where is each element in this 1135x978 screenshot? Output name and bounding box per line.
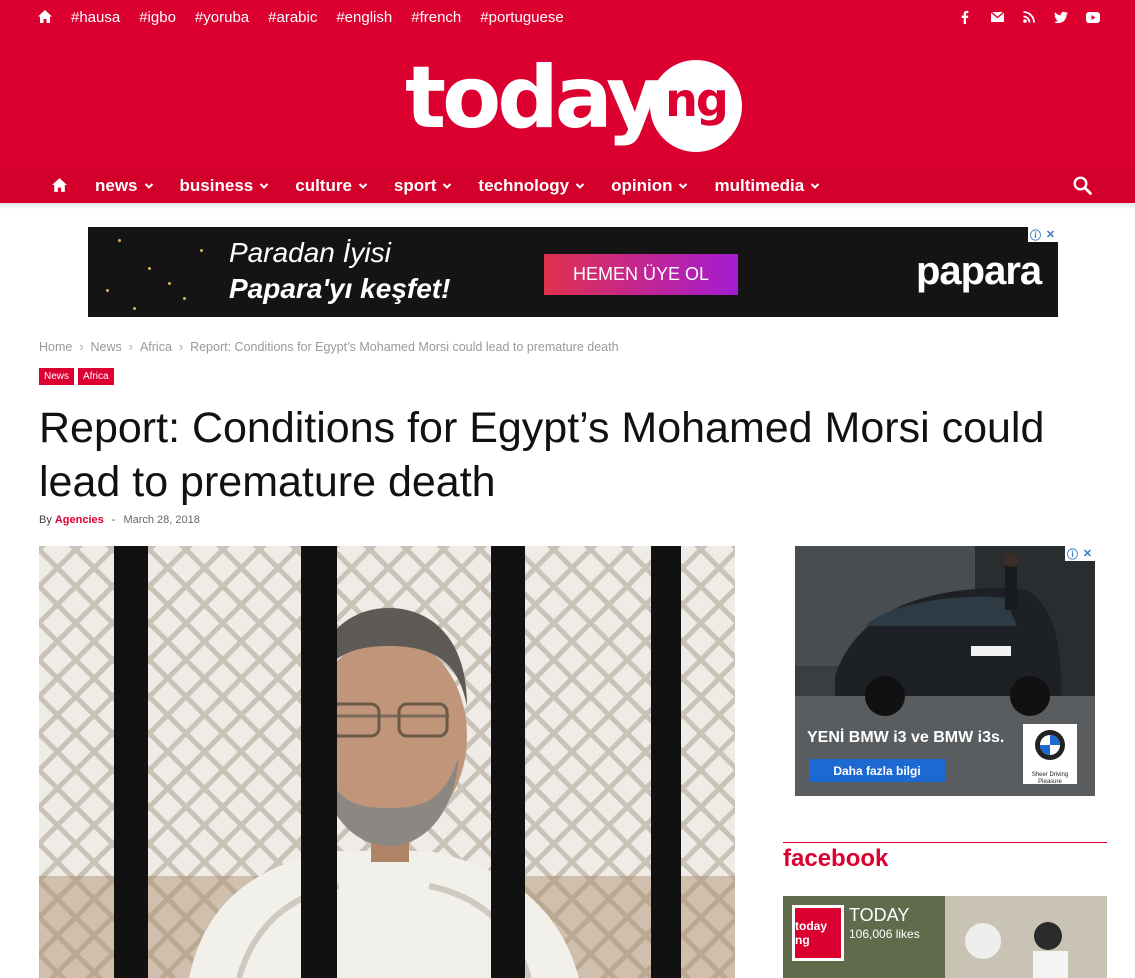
chevron-down-icon [811,182,820,189]
rss-icon[interactable] [1022,9,1036,25]
tag-link[interactable]: #yoruba [195,9,249,27]
nav-item-label: business [179,175,254,195]
category-tag-news[interactable]: News [39,368,75,385]
breadcrumb-news[interactable]: News [91,340,122,354]
featured-image [39,546,735,978]
twitter-icon[interactable] [1054,9,1068,25]
tag-link[interactable]: #igbo [139,9,176,27]
facebook-widget-title: facebook [783,845,889,872]
ad-sparkle [200,249,203,252]
bmw-roundel-icon [1035,730,1065,760]
close-icon[interactable]: ✕ [1080,546,1095,561]
facebook-page-logo-text: today ng [795,908,841,958]
tag-link[interactable]: #english [336,9,392,27]
breadcrumb-africa[interactable]: Africa [140,340,172,354]
breadcrumb-separator: › [178,340,184,354]
facebook-page-logo: today ng [792,905,844,961]
nav-item-label: culture [295,175,352,195]
article-title: Report: Conditions for Egypt’s Mohamed M… [39,404,1045,506]
ad-sparkle [168,282,171,285]
nav-item-technology[interactable]: technology [478,168,585,203]
mail-icon[interactable] [990,9,1004,25]
meta-separator: - [111,514,116,526]
nav-item-multimedia[interactable]: multimedia [714,168,820,203]
publish-date: March 28, 2018 [123,514,200,526]
ad-sparkle [183,297,186,300]
ad-line-1: Paradan İyisi [229,237,391,268]
header-shadow [0,203,1135,209]
nav-item-label: news [95,175,138,195]
language-tags: #hausa #igbo #yoruba #arabic #english #f… [71,9,564,27]
facebook-icon[interactable] [958,9,972,25]
nav-item-label: sport [393,175,437,195]
nav-item-news[interactable]: news [95,168,154,203]
facebook-widget-rule [783,842,1107,843]
chevron-down-icon [443,182,452,189]
home-icon[interactable] [37,9,53,25]
category-tags: News Africa [39,368,114,385]
ad-sparkle [118,239,121,242]
featured-photo-illustration [39,546,735,978]
nav-item-sport[interactable]: sport [394,168,453,203]
author-link[interactable]: Agencies [55,514,104,526]
logo-badge-text: ng [665,73,729,127]
category-tag-africa[interactable]: Africa [78,368,114,385]
facebook-page-plugin[interactable]: today ng TODAY 106,006 likes [783,896,1107,978]
nav-item-culture[interactable]: culture [295,168,368,203]
facebook-page-likes: 106,006 likes [849,927,920,941]
adchoices[interactable]: ⓘ ✕ [1065,546,1095,561]
nav-item-business[interactable]: business [180,168,270,203]
article-meta: By Agencies - March 28, 2018 [39,514,200,526]
site-header: #hausa #igbo #yoruba #arabic #english #f… [0,0,1135,203]
logo-wordmark: today [405,48,662,148]
tag-link[interactable]: #french [411,9,461,27]
nav-item-opinion[interactable]: opinion [611,168,688,203]
info-icon[interactable]: ⓘ [1065,546,1080,561]
site-logo[interactable]: today ng [405,48,745,152]
info-icon[interactable]: ⓘ [1028,227,1043,242]
youtube-icon[interactable] [1086,9,1100,25]
tag-link[interactable]: #portuguese [480,9,563,27]
top-bar: #hausa #igbo #yoruba #arabic #english #f… [0,0,1135,36]
byline-prefix: By [39,514,52,526]
sidebar-ad[interactable]: ⓘ ✕ YENİ BMW i3 ve BMW i3s. Daha fazla b… [795,546,1095,796]
logo-badge: ng [650,60,742,152]
main-navigation: news business culture sport technology o… [0,168,1135,203]
ad-sparkle [148,267,151,270]
tag-link[interactable]: #arabic [268,9,317,27]
search-icon[interactable] [1073,176,1092,195]
tag-link[interactable]: #hausa [71,9,120,27]
menu: news business culture sport technology o… [95,168,846,203]
nav-item-label: opinion [611,175,673,195]
ad-brand-logo: papara [916,249,1042,293]
facebook-page-name[interactable]: TODAY [849,905,909,926]
ad-cta-button[interactable]: HEMEN ÜYE OL [544,254,738,295]
breadcrumb-current: Report: Conditions for Egypt’s Mohamed M… [190,340,619,354]
chevron-down-icon [144,182,153,189]
social-links [958,9,1100,25]
ad-sparkle [133,307,136,310]
chevron-down-icon [260,182,269,189]
sidebar-ad-headline: YENİ BMW i3 ve BMW i3s. [807,729,1005,746]
close-icon[interactable]: ✕ [1043,227,1058,242]
banner-ad[interactable]: Paradan İyisi Papara'yı keşfet! HEMEN ÜY… [88,227,1058,317]
nav-item-label: technology [478,175,570,195]
adchoices[interactable]: ⓘ ✕ [1028,227,1058,242]
ad-sparkle [106,289,109,292]
chevron-down-icon [358,182,368,189]
breadcrumb-separator: › [128,340,133,354]
sidebar-ad-cta-button[interactable]: Daha fazla bilgi [809,759,945,782]
chevron-down-icon [679,182,688,189]
breadcrumb-separator: › [79,340,84,354]
chevron-down-icon [575,182,585,189]
breadcrumb: Home › News › Africa › Report: Condition… [39,340,619,354]
nav-item-label: multimedia [714,175,805,195]
ad-line-2: Papara'yı keşfet! [229,273,451,304]
home-icon[interactable] [51,177,68,194]
bmw-tagline: Sheer Driving Pleasure [1031,772,1069,785]
breadcrumb-home[interactable]: Home [39,340,72,354]
